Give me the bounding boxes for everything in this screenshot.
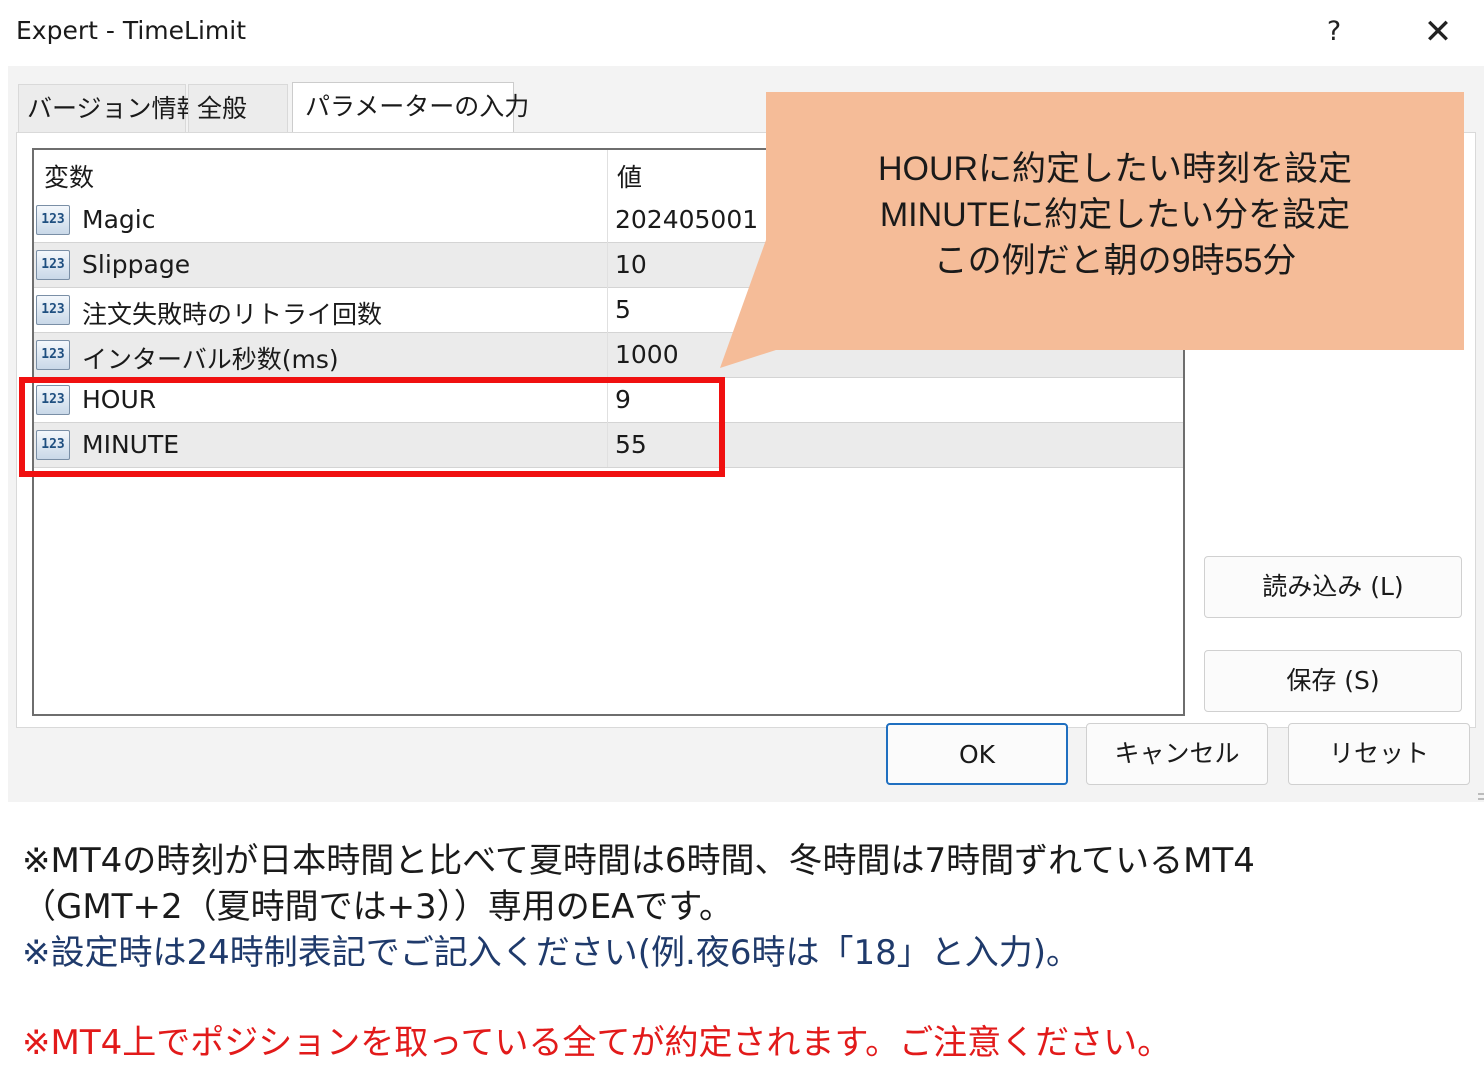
header-value[interactable]: 値 xyxy=(617,158,642,194)
notes: ※MT4の時刻が日本時間と比べて夏時間は6時間、冬時間は7時間ずれているMT4 … xyxy=(22,838,1472,1066)
note-line: ※MT4の時刻が日本時間と比べて夏時間は6時間、冬時間は7時間ずれているMT4 xyxy=(22,841,1255,881)
hour-minute-highlight xyxy=(19,377,725,477)
tab-version-info[interactable]: バージョン情報 xyxy=(18,84,202,132)
param-value[interactable]: 1000 xyxy=(615,340,679,369)
param-value[interactable]: 10 xyxy=(615,250,647,279)
title-bar: Expert - TimeLimit ? ✕ xyxy=(8,0,1484,66)
param-name: Magic xyxy=(82,205,156,234)
resize-grip-icon[interactable] xyxy=(1478,790,1484,802)
note-line: （GMT+2（夏時間では+3））専用のEAです。 xyxy=(22,887,734,927)
param-name: インターバル秒数(ms) xyxy=(82,345,339,374)
param-value[interactable]: 5 xyxy=(615,295,631,324)
integer-icon: 123 xyxy=(36,205,70,235)
integer-icon: 123 xyxy=(36,250,70,280)
param-name: Slippage xyxy=(82,250,191,279)
help-button[interactable]: ? xyxy=(1314,12,1354,52)
cancel-button[interactable]: キャンセル xyxy=(1086,723,1268,785)
load-button[interactable]: 読み込み (L) xyxy=(1204,556,1462,618)
callout-text: HOURに約定したい時刻を設定 MINUTEに約定したい分を設定 この例だと朝の… xyxy=(766,146,1464,284)
param-value[interactable]: 202405001 xyxy=(615,205,758,234)
tab-parameters[interactable]: パラメーターの入力 xyxy=(292,82,529,134)
window-title: Expert - TimeLimit xyxy=(16,16,246,45)
header-variable[interactable]: 変数 xyxy=(44,158,94,194)
callout-line: HOURに約定したい時刻を設定 xyxy=(877,150,1353,188)
tab-general[interactable]: 全般 xyxy=(188,84,288,132)
note-line: ※設定時は24時制表記でご記入ください(例.夜6時は「18」と入力)。 xyxy=(22,933,1080,973)
close-button[interactable]: ✕ xyxy=(1416,12,1460,52)
integer-icon: 123 xyxy=(36,295,70,325)
integer-icon: 123 xyxy=(36,340,70,370)
callout-line: MINUTEに約定したい分を設定 xyxy=(879,196,1351,234)
param-name: 注文失敗時のリトライ回数 xyxy=(82,300,383,329)
callout-line: この例だと朝の9時55分 xyxy=(933,242,1297,280)
save-button[interactable]: 保存 (S) xyxy=(1204,650,1462,712)
warning-note: ※MT4上でポジションを取っている全てが約定されます。ご注意ください。 xyxy=(22,1023,1172,1063)
ok-button[interactable]: OK xyxy=(886,723,1068,785)
reset-button[interactable]: リセット xyxy=(1288,723,1470,785)
callout-box: HOURに約定したい時刻を設定 MINUTEに約定したい分を設定 この例だと朝の… xyxy=(766,92,1464,350)
